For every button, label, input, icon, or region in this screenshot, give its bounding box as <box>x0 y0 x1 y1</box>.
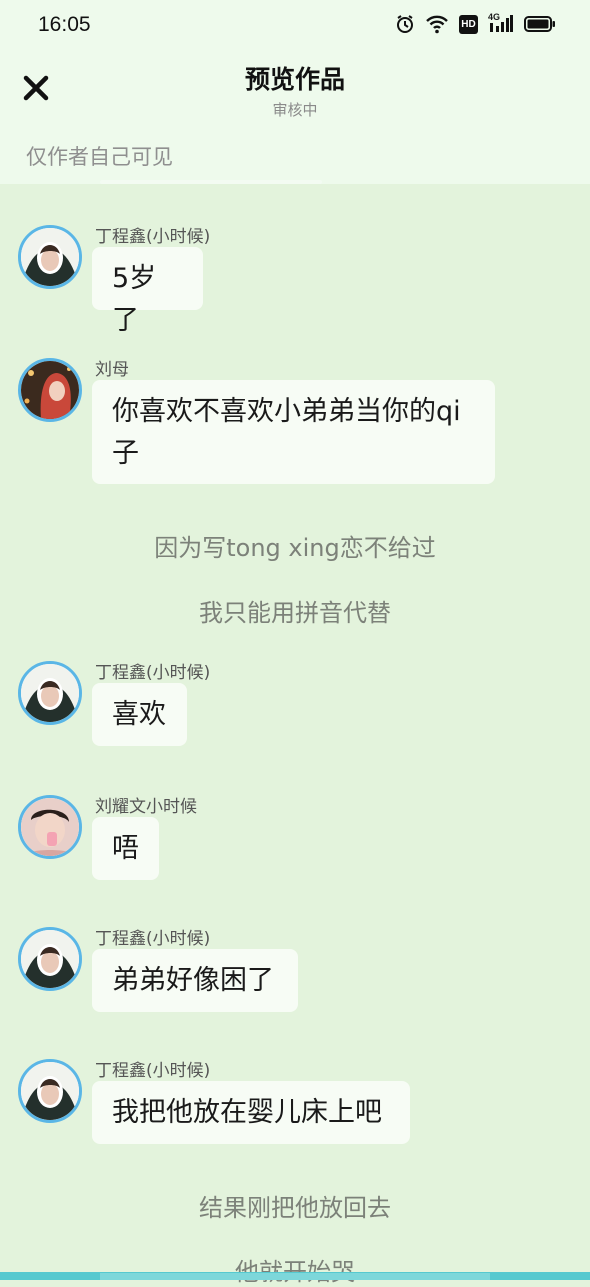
message-bubble[interactable]: 你喜欢不喜欢小弟弟当你的qi 子 <box>92 380 495 484</box>
alarm-icon <box>395 14 415 34</box>
message-bubble[interactable]: 唔 <box>92 817 159 880</box>
message-bubble[interactable]: 喜欢 <box>92 683 187 746</box>
avatar[interactable] <box>18 1059 82 1123</box>
status-time: 16:05 <box>38 13 91 36</box>
avatar[interactable] <box>18 927 82 991</box>
status-bar: 16:05 HD 4G <box>0 0 590 52</box>
sender-name: 丁程鑫(小时候) <box>95 227 211 247</box>
header-area: 16:05 HD 4G 预览作品 审核中 仅作者自己可见 <box>0 0 590 184</box>
message-text: 弟弟好像困了 <box>112 965 274 996</box>
status-icons: HD 4G <box>395 12 556 34</box>
hd-icon: HD <box>459 14 478 34</box>
message-text-line: 你喜欢不喜欢小弟弟当你的qi <box>112 396 461 427</box>
message-text-line: 子 <box>112 438 139 469</box>
message-bubble[interactable]: 弟弟好像困了 <box>92 949 298 1012</box>
sender-name: 丁程鑫(小时候) <box>95 663 211 683</box>
page-title: 预览作品 <box>244 65 345 94</box>
signal-icon: 4G <box>488 12 514 34</box>
hidden-bubble-edge <box>100 180 322 184</box>
message-bubble[interactable]: 5岁了 <box>92 247 203 336</box>
avatar[interactable] <box>18 661 82 725</box>
sender-name: 丁程鑫(小时候) <box>95 1061 211 1081</box>
sender-name: 丁程鑫(小时候) <box>95 929 211 949</box>
message-text: 5岁了 <box>112 263 157 336</box>
narration-text: 结果刚把他放回去 <box>199 1194 391 1222</box>
battery-icon <box>524 15 556 33</box>
narration-text: 他就开始哭 <box>0 1252 590 1287</box>
message-text: 唔 <box>112 833 139 864</box>
sender-name: 刘耀文小时候 <box>95 797 197 817</box>
narration-text: 我只能用拼音代替 <box>199 599 391 627</box>
review-status: 审核中 <box>272 101 318 119</box>
bottom-progress-highlight <box>100 1273 490 1280</box>
wifi-icon <box>425 14 449 34</box>
visibility-note: 仅作者自己可见 <box>26 145 173 169</box>
sender-name: 刘母 <box>95 360 129 380</box>
message-bubble[interactable]: 我把他放在婴儿床上吧 <box>92 1081 410 1144</box>
message-text: 我把他放在婴儿床上吧 <box>112 1097 382 1128</box>
avatar[interactable] <box>18 225 82 289</box>
narration-text: 因为写tong xing恋不给过 <box>154 534 436 562</box>
avatar[interactable] <box>18 358 82 422</box>
message-text: 喜欢 <box>112 699 166 730</box>
avatar[interactable] <box>18 795 82 859</box>
